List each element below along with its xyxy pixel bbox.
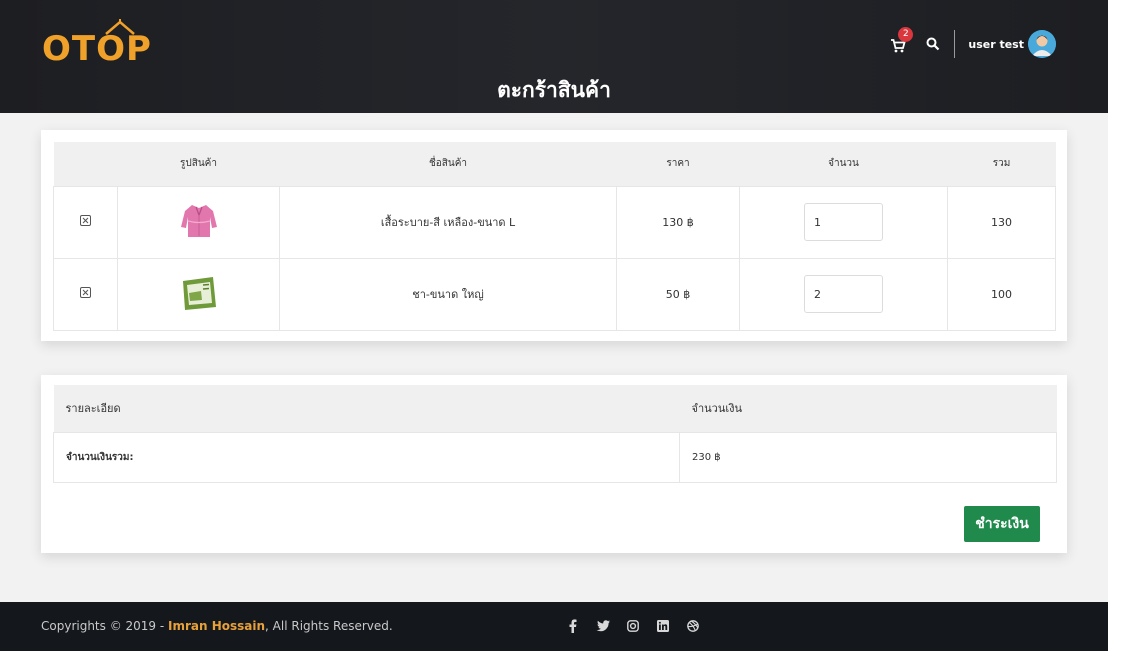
remove-item-icon[interactable] [80,215,91,226]
cart-button[interactable]: 2 [890,27,914,53]
tea-pack-image [182,276,216,310]
product-price: 130 ฿ [616,185,740,259]
column-header-total: รวม [947,142,1056,186]
linkedin-icon[interactable] [655,618,670,633]
nav-divider [954,30,956,58]
header-nav: 2 user test [890,27,1056,60]
cart-table: รูปสินค้า ชื่อสินค้า ราคา จำนวน รวม เสื้… [53,142,1056,331]
facebook-icon[interactable] [565,618,580,633]
social-links [565,618,715,633]
site-header: OTOP 2 user test ตะกร้าสินค้า [0,0,1108,113]
product-total: 130 [947,185,1056,259]
site-footer: Copyrights © 2019 - Imran Hossain, All R… [0,602,1108,651]
otop-logo[interactable]: OTOP [42,19,152,69]
cart-card: รูปสินค้า ชื่อสินค้า ราคา จำนวน รวม เสื้… [41,130,1067,341]
quantity-input[interactable] [804,275,883,313]
cart-table-header: รูปสินค้า ชื่อสินค้า ราคา จำนวน รวม [53,142,1056,186]
cart-count-badge: 2 [898,27,914,42]
summary-table: รายละเอียด จำนวนเงิน จำนวนเงินรวม: 230 ฿ [53,385,1057,483]
product-price: 50 ฿ [616,257,740,331]
copyright-suffix: , All Rights Reserved. [265,619,393,633]
summary-column-detail: รายละเอียด [53,385,680,432]
product-name[interactable]: เสื้อระบาย-สี เหลือง-ขนาด L [279,185,617,259]
column-header-price: ราคา [616,142,740,186]
product-name[interactable]: ชา-ขนาด ใหญ่ [279,257,617,331]
user-avatar[interactable] [1028,30,1056,58]
copyright-prefix: Copyrights © 2019 - [41,619,169,633]
page: OTOP 2 user test ตะกร้าสินค้า รูปสินค้า … [0,0,1108,651]
logo-text: OTOP [42,29,152,69]
author-link[interactable]: Imran Hossain [168,619,265,633]
summary-header: รายละเอียด จำนวนเงิน [53,385,1057,432]
search-icon[interactable] [926,37,940,51]
copyright: Copyrights © 2019 - Imran Hossain, All R… [41,619,393,633]
table-row: ชา-ขนาด ใหญ่ 50 ฿ 100 [53,257,1056,331]
pink-shirt-image [180,204,217,237]
page-title: ตะกร้าสินค้า [497,78,611,102]
table-row: เสื้อระบาย-สี เหลือง-ขนาด L 130 ฿ 130 [53,185,1056,259]
twitter-icon[interactable] [595,618,610,633]
column-header-name: ชื่อสินค้า [279,142,617,186]
column-header-remove [53,142,118,186]
pay-button[interactable]: ชำระเงิน [964,506,1040,542]
avatar-person-icon [1028,30,1056,58]
column-header-image: รูปสินค้า [117,142,280,186]
logo-roof-icon [105,19,135,35]
dribbble-icon[interactable] [685,618,700,633]
summary-card: รายละเอียด จำนวนเงิน จำนวนเงินรวม: 230 ฿… [41,375,1067,553]
summary-column-amount: จำนวนเงิน [679,385,1057,432]
quantity-input[interactable] [804,203,883,241]
total-value: 230 ฿ [679,431,1057,483]
total-label: จำนวนเงินรวม: [53,431,680,483]
instagram-icon[interactable] [625,618,640,633]
column-header-quantity: จำนวน [739,142,948,186]
remove-item-icon[interactable] [80,287,91,298]
product-total: 100 [947,257,1056,331]
summary-row: จำนวนเงินรวม: 230 ฿ [53,431,1057,483]
user-name[interactable]: user test [968,38,1024,51]
